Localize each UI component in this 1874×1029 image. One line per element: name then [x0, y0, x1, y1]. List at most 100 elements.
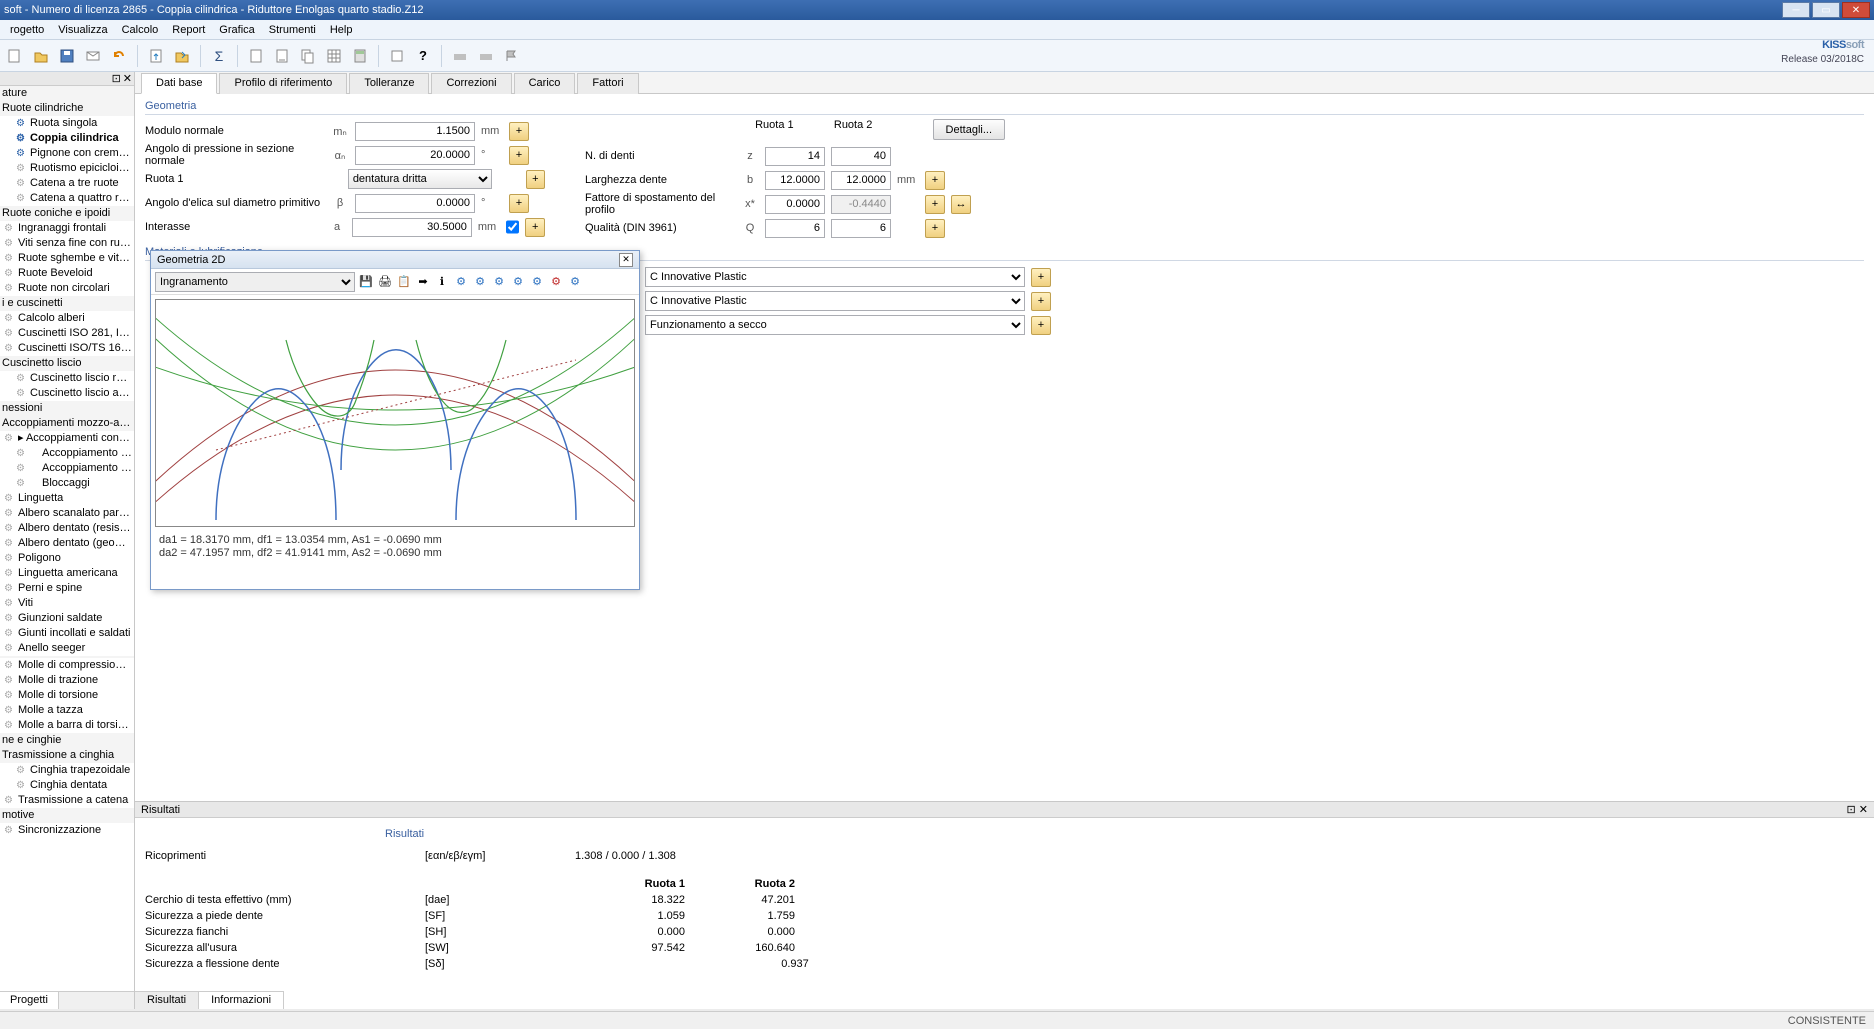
tree-item[interactable]: ⚙Anello seeger [0, 641, 134, 656]
doc1-icon[interactable] [245, 45, 267, 67]
copy-icon[interactable]: 📋 [396, 274, 412, 290]
tree-item[interactable]: Trasmissione a cinghia [0, 748, 134, 763]
gear-icon[interactable]: ⚙ [529, 274, 545, 290]
tree-item[interactable]: ⚙Albero dentato (geo… [0, 536, 134, 551]
input-b1[interactable] [765, 171, 825, 190]
import-icon[interactable] [145, 45, 167, 67]
tree-item[interactable]: ⚙Viti senza fine con ruota … [0, 236, 134, 251]
menu-grafica[interactable]: Grafica [213, 22, 260, 38]
menu-visualizza[interactable]: Visualizza [52, 22, 113, 38]
tree-item[interactable]: ⚙Molle di trazione [0, 673, 134, 688]
input-x1[interactable] [765, 195, 825, 214]
flag1-icon[interactable] [449, 45, 471, 67]
restore-icon[interactable] [108, 45, 130, 67]
select-lubrification[interactable]: Funzionamento a secco [645, 315, 1025, 335]
tree-item[interactable]: ⚙Viti [0, 596, 134, 611]
tree-item[interactable]: ⚙Pignone con cremagli… [0, 146, 134, 161]
props-icon[interactable]: ℹ [434, 274, 450, 290]
panel-close-icon[interactable]: ✕ [123, 72, 132, 85]
plus-button[interactable]: + [1031, 316, 1051, 335]
input-angolo-elica[interactable] [355, 194, 475, 213]
print-icon[interactable]: 🖨 [377, 274, 393, 290]
tree-item[interactable]: ⚙Ruota singola [0, 116, 134, 131]
gear-icon[interactable]: ⚙ [491, 274, 507, 290]
tree-item[interactable]: ⚙Albero scanalato par… [0, 506, 134, 521]
tree-item[interactable]: ⚙Coppia cilindrica [0, 131, 134, 146]
grid-icon[interactable] [323, 45, 345, 67]
tree-item[interactable]: ⚙Linguetta americana [0, 566, 134, 581]
tree-item[interactable]: Cuscinetto liscio [0, 356, 134, 371]
tree-item[interactable]: ⚙Cinghia trapezoidale [0, 763, 134, 778]
tree-item[interactable]: ⚙Cuscinetti ISO 281, ISO 75 [0, 326, 134, 341]
gear-icon[interactable]: ⚙ [548, 274, 564, 290]
plus-button[interactable]: + [925, 195, 945, 214]
tree-item[interactable]: ⚙Trasmissione a catena [0, 793, 134, 808]
save-icon[interactable]: 💾 [358, 274, 374, 290]
input-z1[interactable] [765, 147, 825, 166]
tree-item[interactable]: ⚙Calcolo alberi [0, 311, 134, 326]
tree-item[interactable]: ⚙Cinghia dentata [0, 778, 134, 793]
dock-icon[interactable]: ⊡ [1847, 804, 1856, 816]
menu-help[interactable]: Help [324, 22, 359, 38]
plus-button[interactable]: + [509, 122, 529, 141]
tab-progetti[interactable]: Progetti [0, 992, 59, 1009]
dettagli-button[interactable]: Dettagli... [933, 119, 1005, 140]
tree-item[interactable]: ⚙Cuscinetto liscio assi… [0, 386, 134, 401]
open-icon[interactable] [30, 45, 52, 67]
tab-tolleranze[interactable]: Tolleranze [349, 73, 429, 94]
checkbox-interasse[interactable] [506, 220, 520, 234]
plus-button[interactable]: + [1031, 268, 1051, 287]
tab-carico[interactable]: Carico [514, 73, 576, 94]
menu-calcolo[interactable]: Calcolo [116, 22, 165, 38]
export-icon[interactable]: ➡ [415, 274, 431, 290]
gear-icon[interactable]: ⚙ [510, 274, 526, 290]
input-modulo-normale[interactable] [355, 122, 475, 141]
sigma-icon[interactable]: Σ [208, 45, 230, 67]
input-z2[interactable] [831, 147, 891, 166]
btab-informazioni[interactable]: Informazioni [199, 992, 284, 1009]
tree-item[interactable]: ⚙Accoppiamento c… [0, 446, 134, 461]
tree-item[interactable]: i e cuscinetti [0, 296, 134, 311]
input-b2[interactable] [831, 171, 891, 190]
tree-item[interactable]: ⚙Cuscinetto liscio radi… [0, 371, 134, 386]
menu-rogetto[interactable]: rogetto [4, 22, 50, 38]
tree-item[interactable]: ⚙Ruote Beveloid [0, 266, 134, 281]
minimize-button[interactable]: ─ [1782, 2, 1810, 18]
tree-item[interactable]: ⚙Accoppiamento c… [0, 461, 134, 476]
menu-strumenti[interactable]: Strumenti [263, 22, 322, 38]
select-ingranamento[interactable]: Ingranamento [155, 272, 355, 292]
plus-button[interactable]: + [925, 219, 945, 238]
tree-item[interactable]: ⚙Ingranaggi frontali [0, 221, 134, 236]
input-q2[interactable] [831, 219, 891, 238]
plus-button[interactable]: + [509, 194, 529, 213]
tab-fattori[interactable]: Fattori [577, 73, 638, 94]
tree-item[interactable]: ⚙Molle a tazza [0, 703, 134, 718]
tree-item[interactable]: ature [0, 86, 134, 101]
gear-mesh-canvas[interactable] [155, 299, 635, 527]
arrow-button[interactable]: ↔ [951, 195, 971, 214]
tree-item[interactable]: ⚙Bloccaggi [0, 476, 134, 491]
input-angolo-pressione[interactable] [355, 146, 475, 165]
tab-profilo-di-riferimento[interactable]: Profilo di riferimento [219, 73, 347, 94]
input-q1[interactable] [765, 219, 825, 238]
tree-item[interactable]: Accoppiamenti mozzo-albero [0, 416, 134, 431]
dock-icon[interactable]: ⊡ [112, 72, 121, 85]
help-icon[interactable]: ? [412, 45, 434, 67]
tree-item[interactable]: Ruote coniche e ipoidi [0, 206, 134, 221]
tree-item[interactable]: motive [0, 808, 134, 823]
btab-risultati[interactable]: Risultati [135, 992, 199, 1009]
tree-item[interactable]: ⚙Giunzioni saldate [0, 611, 134, 626]
tree-item[interactable]: ⚙Ruote non circolari [0, 281, 134, 296]
tree-item[interactable]: ⚙Catena a quattro ru… [0, 191, 134, 206]
tree-item[interactable]: ⚙Sincronizzazione [0, 823, 134, 838]
mail-icon[interactable] [82, 45, 104, 67]
plus-button[interactable]: + [1031, 292, 1051, 311]
tree-item[interactable]: nessioni [0, 401, 134, 416]
tree-item[interactable]: ⚙Ruotismo epicicloidale [0, 161, 134, 176]
plus-button[interactable]: + [526, 170, 545, 189]
tree-item[interactable]: ⚙Cuscinetti ISO/TS 16281 [0, 341, 134, 356]
copy-icon[interactable] [297, 45, 319, 67]
tree-item[interactable]: ⚙Molle a barra di torsione [0, 718, 134, 733]
flag3-icon[interactable] [501, 45, 523, 67]
doc2-icon[interactable] [271, 45, 293, 67]
